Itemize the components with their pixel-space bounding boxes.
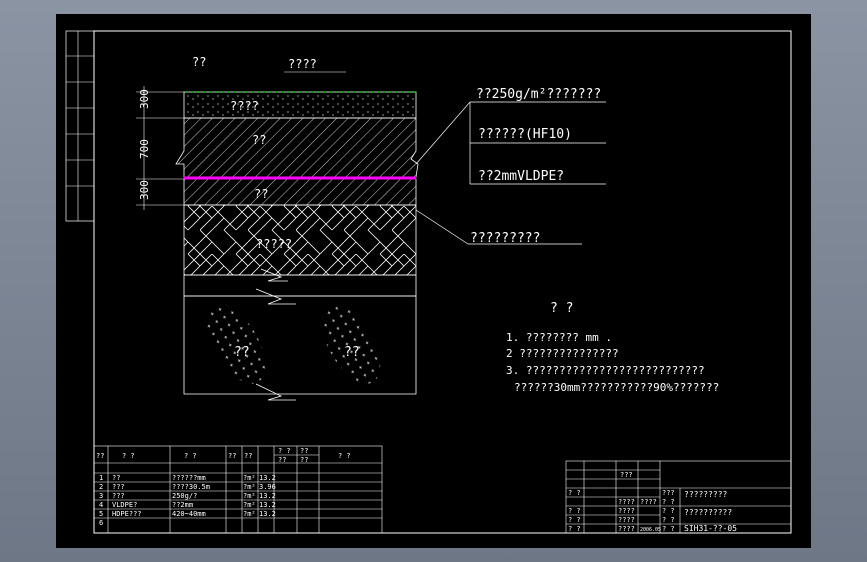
dim-700: 700	[138, 139, 151, 159]
topsoil-layer	[183, 91, 417, 119]
fill1-label: ??	[252, 133, 266, 147]
topsoil-label: ????	[230, 99, 259, 113]
fill2-label: ??	[254, 187, 268, 201]
waste2-label: ??	[344, 345, 360, 360]
svg-text:? ?: ? ?	[568, 516, 581, 524]
svg-text:13.2: 13.2	[259, 501, 276, 509]
svg-text:?m²: ?m²	[243, 510, 256, 518]
dim-300-bottom: 300	[138, 180, 151, 200]
svg-text:??: ??	[300, 447, 308, 455]
svg-text:3.96: 3.96	[259, 483, 276, 491]
svg-text:??: ??	[300, 456, 308, 464]
svg-text:??????????: ??????????	[684, 508, 732, 517]
vegetation-layer-label: ????	[288, 57, 317, 71]
svg-text:??: ??	[278, 456, 286, 464]
note-1: 1. ???????? mm .	[506, 331, 612, 344]
vegetation-label: ??	[192, 55, 206, 69]
svg-text:?????????: ?????????	[684, 490, 728, 499]
drawing-number: SIH31-??-05	[684, 524, 737, 533]
svg-text:????: ????	[640, 498, 657, 506]
svg-text:? ?: ? ?	[662, 507, 675, 515]
svg-text:??????mm: ??????mm	[172, 474, 206, 482]
dim-300-top: 300	[138, 89, 151, 109]
drain-label: ?????	[256, 237, 292, 251]
svg-text:250g/?: 250g/?	[172, 492, 197, 500]
svg-text:? ?: ? ?	[338, 452, 351, 460]
svg-text:?m²: ?m²	[243, 483, 256, 491]
svg-text:??: ??	[244, 452, 252, 460]
note-3-cont: ??????30mm???????????90%???????	[514, 381, 719, 394]
fill-layer-1	[175, 117, 419, 178]
svg-text:? ?: ? ?	[278, 447, 291, 455]
svg-text:2: 2	[99, 483, 103, 491]
svg-text:3: 3	[99, 492, 103, 500]
drainage-layer	[183, 204, 417, 276]
notes-title: ? ?	[550, 301, 573, 316]
svg-text:? ?: ? ?	[568, 507, 581, 515]
fill-layer-2	[183, 178, 417, 206]
drawing-sheet: 300 700 300 ?? ???? ???? ?? ?? ????? ?? …	[56, 14, 811, 548]
svg-text:5: 5	[99, 510, 103, 518]
svg-text:??: ??	[96, 452, 104, 460]
svg-text:????: ????	[618, 498, 635, 506]
svg-text:VLDPE?: VLDPE?	[112, 501, 137, 509]
svg-text:???: ???	[112, 492, 125, 500]
svg-text:13.2: 13.2	[259, 510, 276, 518]
svg-text:4: 4	[99, 501, 103, 509]
note-2: 2 ???????????????	[506, 347, 619, 360]
svg-text:????: ????	[618, 525, 635, 533]
svg-text:? ?: ? ?	[122, 452, 135, 460]
svg-text:? ?: ? ?	[184, 452, 197, 460]
svg-text:???: ???	[620, 471, 633, 479]
svg-text:420~40mm: 420~40mm	[172, 510, 206, 518]
svg-text:13.2: 13.2	[259, 492, 276, 500]
svg-text:?m²: ?m²	[243, 474, 256, 482]
svg-text:??: ??	[112, 474, 120, 482]
callout-hf10: ??????(HF10)	[478, 127, 572, 142]
svg-text:? ?: ? ?	[568, 489, 581, 497]
callout-vldpe: ??2mmVLDPE?	[478, 169, 564, 184]
svg-text:? ?: ? ?	[662, 498, 675, 506]
callout-drainage: ?????????	[470, 231, 540, 246]
waste1-label: ??	[234, 345, 250, 360]
svg-text:13.2: 13.2	[259, 474, 276, 482]
cad-viewport[interactable]: 300 700 300 ?? ???? ???? ?? ?? ????? ?? …	[0, 0, 867, 562]
svg-text:HDPE???: HDPE???	[112, 510, 142, 518]
note-3: 3. ???????????????????????????	[506, 364, 705, 377]
callout-geotextile: ??250g/m²???????	[476, 87, 601, 102]
svg-text:????30.5m: ????30.5m	[172, 483, 210, 491]
svg-text:????: ????	[618, 507, 635, 515]
svg-text:2006.05: 2006.05	[640, 527, 661, 533]
svg-text:??: ??	[228, 452, 236, 460]
svg-text:? ?: ? ?	[662, 516, 675, 524]
svg-text:????: ????	[618, 516, 635, 524]
svg-text:? ?: ? ?	[568, 525, 581, 533]
svg-text:???: ???	[112, 483, 125, 491]
drawing-canvas: 300 700 300 ?? ???? ???? ?? ?? ????? ?? …	[56, 14, 811, 548]
svg-text:?m²: ?m²	[243, 492, 256, 500]
svg-text:? ?: ? ?	[662, 525, 675, 533]
sheet-edge	[56, 14, 811, 548]
svg-text:???: ???	[662, 489, 675, 497]
svg-text:??2mm: ??2mm	[172, 501, 193, 509]
svg-text:1: 1	[99, 474, 103, 482]
svg-text:?m²: ?m²	[243, 501, 256, 509]
svg-text:6: 6	[99, 519, 103, 527]
